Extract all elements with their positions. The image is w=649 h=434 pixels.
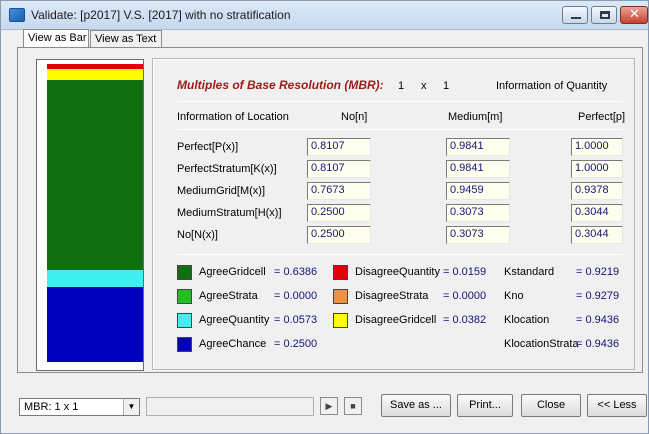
minimize-icon <box>571 17 581 19</box>
legend-label: DisagreeQuantity <box>355 266 440 278</box>
window-title: Validate: [p2017] V.S. [2017] with no st… <box>31 8 291 22</box>
value-field[interactable]: 0.9841 <box>446 138 510 156</box>
legend-swatch-disagree-quantity <box>333 265 348 280</box>
column-no-header: No[n] <box>341 111 368 123</box>
legend-swatch-agree-quantity <box>177 313 192 328</box>
value-field[interactable]: 0.3073 <box>446 226 510 244</box>
mbr-title: Multiples of Base Resolution (MBR): <box>177 78 384 92</box>
divider-top <box>177 101 623 102</box>
legend-swatch-agree-gridcell <box>177 265 192 280</box>
legend-value: = 0.2500 <box>274 338 318 350</box>
play-button[interactable]: ▶ <box>320 397 338 415</box>
legend-label: DisagreeGridcell <box>355 314 437 326</box>
validate-window: Validate: [p2017] V.S. [2017] with no st… <box>0 0 649 434</box>
value-field[interactable]: 0.7673 <box>307 182 371 200</box>
legend-value: = 0.0000 <box>443 290 487 302</box>
row-label: PerfectStratum[K(x)] <box>177 163 277 175</box>
print-button[interactable]: Print... <box>457 394 513 417</box>
legend-value: = 0.0000 <box>274 290 318 302</box>
kappa-value: = 0.9436 <box>576 314 620 326</box>
row-label: No[N(x)] <box>177 229 218 241</box>
maximize-button[interactable] <box>591 6 617 24</box>
row-label: MediumGrid[M(x)] <box>177 185 266 197</box>
legend-swatch-disagree-gridcell <box>333 313 348 328</box>
row-label: Perfect[P(x)] <box>177 141 239 153</box>
value-field[interactable]: 0.2500 <box>307 204 371 222</box>
bar-segment-disagreegridcell <box>47 69 143 80</box>
tab-view-as-text[interactable]: View as Text <box>90 30 162 47</box>
mbr-y-value: 1 <box>443 80 450 92</box>
save-as-button[interactable]: Save as ... <box>381 394 451 417</box>
value-field[interactable]: 0.9378 <box>571 182 623 200</box>
close-window-button[interactable]: ✕ <box>620 6 648 24</box>
close-icon: ✕ <box>629 7 640 22</box>
value-field[interactable]: 0.8107 <box>307 160 371 178</box>
stacked-bar <box>36 59 144 371</box>
close-button[interactable]: Close <box>521 394 581 417</box>
less-button[interactable]: << Less <box>587 394 647 417</box>
title-bar[interactable]: Validate: [p2017] V.S. [2017] with no st… <box>1 1 648 30</box>
play-icon: ▶ <box>325 401 333 411</box>
legend-label: AgreeStrata <box>199 290 258 302</box>
legend-value: = 0.0573 <box>274 314 318 326</box>
value-field[interactable]: 0.3073 <box>446 204 510 222</box>
kappa-label: Kstandard <box>504 266 555 278</box>
value-field[interactable]: 0.3044 <box>571 226 623 244</box>
mbr-select-value: MBR: 1 x 1 <box>24 401 79 413</box>
minimize-button[interactable] <box>562 6 588 24</box>
bar-segment-agreegridcell <box>47 80 143 270</box>
kappa-label: KlocationStrata <box>504 338 579 350</box>
legend-value: = 0.0382 <box>443 314 487 326</box>
tab-view-as-bar[interactable]: View as Bar <box>23 29 89 48</box>
value-field[interactable]: 1.0000 <box>571 160 623 178</box>
stop-icon: ■ <box>350 401 356 411</box>
maximize-icon <box>600 11 610 19</box>
row-label: MediumStratum[H(x)] <box>177 207 282 219</box>
bar-segment-agreechance <box>47 287 143 362</box>
divider-legend <box>177 254 623 255</box>
legend-value: = 0.0159 <box>443 266 487 278</box>
mbr-x-value: 1 <box>398 80 405 92</box>
kappa-value: = 0.9436 <box>576 338 620 350</box>
value-field[interactable]: 0.9459 <box>446 182 510 200</box>
legend-label: DisagreeStrata <box>355 290 429 302</box>
kappa-value: = 0.9219 <box>576 266 620 278</box>
chevron-down-icon[interactable]: ▼ <box>123 399 139 415</box>
legend-swatch-disagree-strata <box>333 289 348 304</box>
legend-label: AgreeChance <box>199 338 267 350</box>
mbr-select[interactable]: MBR: 1 x 1 ▼ <box>19 398 140 416</box>
status-field <box>146 397 314 416</box>
kappa-label: Kno <box>504 290 524 302</box>
bar-stack <box>37 60 143 370</box>
column-perfect-header: Perfect[p] <box>578 111 626 123</box>
kappa-label: Klocation <box>504 314 550 326</box>
legend-swatch-agree-strata <box>177 289 192 304</box>
legend-value: = 0.6386 <box>274 266 318 278</box>
stop-button[interactable]: ■ <box>344 397 362 415</box>
value-field[interactable]: 1.0000 <box>571 138 623 156</box>
bottom-bar: MBR: 1 x 1 ▼ ▶ ■ Save as ... Print... Cl… <box>1 383 648 423</box>
location-header: Information of Location <box>177 111 289 123</box>
legend-swatch-agree-chance <box>177 337 192 352</box>
value-field[interactable]: 0.8107 <box>307 138 371 156</box>
legend-label: AgreeQuantity <box>199 314 270 326</box>
quantity-header: Information of Quantity <box>496 80 608 92</box>
value-field[interactable]: 0.3044 <box>571 204 623 222</box>
mbr-separator: x <box>421 80 427 92</box>
divider-header <box>177 129 623 130</box>
statistics-group: Multiples of Base Resolution (MBR): 1 x … <box>152 58 635 370</box>
value-field[interactable]: 0.9841 <box>446 160 510 178</box>
column-medium-header: Medium[m] <box>448 111 503 123</box>
legend-label: AgreeGridcell <box>199 266 266 278</box>
bar-segment-agreequantity <box>47 270 143 287</box>
tab-panel: Multiples of Base Resolution (MBR): 1 x … <box>17 47 643 373</box>
value-field[interactable]: 0.2500 <box>307 226 371 244</box>
kappa-value: = 0.9279 <box>576 290 620 302</box>
app-icon <box>9 8 25 22</box>
